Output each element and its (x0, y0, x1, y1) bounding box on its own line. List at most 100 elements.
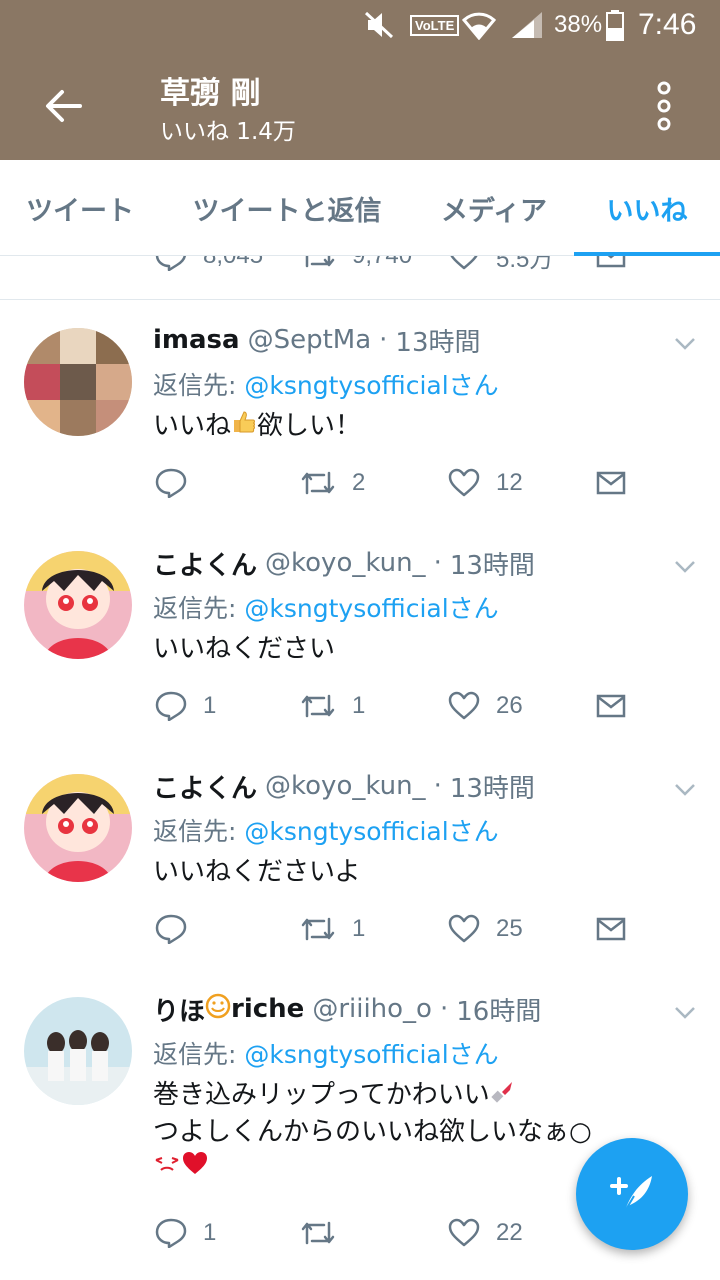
user-name-prefix[interactable]: りほ (153, 991, 205, 1028)
tab-likes[interactable]: いいね (574, 160, 720, 256)
reply-context: 返信先: @ksngtysofficialさん (153, 1035, 499, 1071)
smile-emoji-icon (205, 993, 231, 1026)
more-vertical-icon (657, 81, 671, 131)
like-icon (448, 914, 480, 943)
reply-context: 返信先: @ksngtysofficialさん (153, 812, 499, 848)
retweet-count: 1 (352, 692, 366, 719)
reply-button[interactable] (155, 463, 203, 503)
partial-tweet-actions: 8,045 9,740 5.5万 (0, 256, 720, 300)
reply-prefix: 返信先: (153, 594, 237, 623)
retweet-button[interactable] (300, 1213, 352, 1253)
message-icon (596, 471, 626, 495)
chevron-down-icon (675, 1007, 695, 1019)
tweet-time: 13時間 (395, 327, 481, 358)
tweet-item[interactable]: imasa @SeptMa · 13時間 返信先: @ksngtysoffici… (0, 300, 720, 524)
volte-label: VoLTE (410, 14, 460, 36)
back-button[interactable] (38, 80, 90, 132)
user-handle[interactable]: @SeptMa (248, 325, 372, 355)
tweet-text-part: 巻き込みリップってかわいい (153, 1080, 490, 1110)
avatar[interactable] (24, 997, 132, 1105)
tweet-menu-button[interactable] (672, 330, 698, 356)
message-button[interactable] (596, 909, 626, 949)
like-icon (450, 256, 478, 270)
tweet-menu-button[interactable] (672, 999, 698, 1025)
reply-to-link[interactable]: @ksngtysofficialさん (244, 594, 498, 623)
tweet-text-part: いいね (153, 411, 232, 441)
retweet-icon (305, 256, 335, 268)
retweet-count: 9,740 (352, 256, 412, 270)
reply-button[interactable]: 1 (155, 1213, 216, 1253)
profile-tabs: ツイート ツイートと返信 メディア いいね (0, 160, 720, 256)
tweet-item[interactable]: こよくん @koyo_kun_ · 13時間 返信先: @ksngtysoffi… (0, 523, 720, 747)
tired-face-emoji-icon (153, 1150, 181, 1186)
retweet-icon (301, 471, 335, 495)
tweet-menu-button[interactable] (672, 553, 698, 579)
reply-icon (155, 691, 187, 721)
battery-percent: 38% (554, 11, 603, 38)
chevron-down-icon (675, 561, 695, 573)
red-heart-emoji-icon (181, 1150, 209, 1186)
mute-icon (362, 0, 398, 50)
tweet-item[interactable]: こよくん @koyo_kun_ · 13時間 返信先: @ksngtysoffi… (0, 746, 720, 970)
back-arrow-icon (46, 90, 82, 122)
like-button[interactable]: 25 (448, 909, 523, 949)
retweet-count: 2 (352, 469, 366, 496)
tweet-header: こよくん @koyo_kun_ · 13時間 (153, 766, 673, 806)
user-handle[interactable]: @koyo_kun_ (265, 548, 426, 578)
like-button[interactable]: 12 (448, 463, 523, 503)
message-icon (596, 694, 626, 718)
message-button[interactable] (596, 463, 626, 503)
reply-to-link[interactable]: @ksngtysofficialさん (244, 1040, 498, 1069)
reply-prefix: 返信先: (153, 371, 237, 400)
user-name[interactable]: こよくん (153, 768, 257, 805)
more-options-button[interactable] (640, 78, 688, 134)
tweet-text: いいねくださいよ (153, 857, 361, 887)
reply-to-link[interactable]: @ksngtysofficialさん (244, 817, 498, 846)
message-button[interactable] (596, 686, 626, 726)
like-count: 25 (496, 915, 523, 942)
reply-button[interactable] (155, 909, 203, 949)
tweet-text-line: 巻き込みリップってかわいい (153, 1077, 713, 1114)
status-bar: VoLTE 38% 7:46 (0, 0, 720, 50)
avatar[interactable] (24, 774, 132, 882)
reply-button[interactable]: 8,045 (155, 256, 263, 276)
retweet-button[interactable]: 2 (300, 463, 365, 503)
user-name[interactable]: imasa (153, 325, 240, 355)
tab-media[interactable]: メディア (414, 160, 574, 256)
separator-dot: · (379, 325, 388, 355)
compose-tweet-button[interactable] (576, 1138, 688, 1250)
tab-tweets[interactable]: ツイート (0, 160, 160, 256)
reply-to-link[interactable]: @ksngtysofficialさん (244, 371, 498, 400)
user-name-suffix[interactable]: riche (231, 994, 304, 1024)
retweet-button[interactable]: 1 (300, 686, 365, 726)
like-count: 12 (496, 469, 523, 496)
user-name[interactable]: こよくん (153, 545, 257, 582)
like-button[interactable]: 22 (448, 1213, 523, 1253)
reply-icon (155, 914, 187, 944)
tweet-menu-button[interactable] (672, 776, 698, 802)
chevron-down-icon (675, 784, 695, 796)
avatar[interactable] (24, 551, 132, 659)
tweet-time: 13時間 (449, 550, 535, 581)
retweet-button[interactable]: 9,740 (300, 256, 412, 276)
reply-icon (155, 468, 187, 498)
like-icon (448, 691, 480, 720)
reply-icon (155, 256, 187, 271)
retweet-icon (301, 917, 335, 941)
retweet-button[interactable]: 1 (300, 909, 365, 949)
like-button[interactable]: 5.5万 (448, 256, 553, 276)
tweet-text: いいね 欲しい！ (153, 408, 673, 445)
lipstick-emoji-icon (490, 1078, 516, 1114)
like-button[interactable]: 26 (448, 686, 523, 726)
reply-prefix: 返信先: (153, 1040, 237, 1069)
retweet-icon (301, 1221, 335, 1245)
message-icon (596, 917, 626, 941)
user-handle[interactable]: @riiiho_o (312, 994, 432, 1024)
avatar[interactable] (24, 328, 132, 436)
signal-icon (510, 0, 544, 50)
tab-tweets-and-replies[interactable]: ツイートと返信 (160, 160, 414, 256)
message-button[interactable] (596, 256, 626, 276)
user-handle[interactable]: @koyo_kun_ (265, 771, 426, 801)
reply-context: 返信先: @ksngtysofficialさん (153, 366, 499, 402)
reply-button[interactable]: 1 (155, 686, 216, 726)
